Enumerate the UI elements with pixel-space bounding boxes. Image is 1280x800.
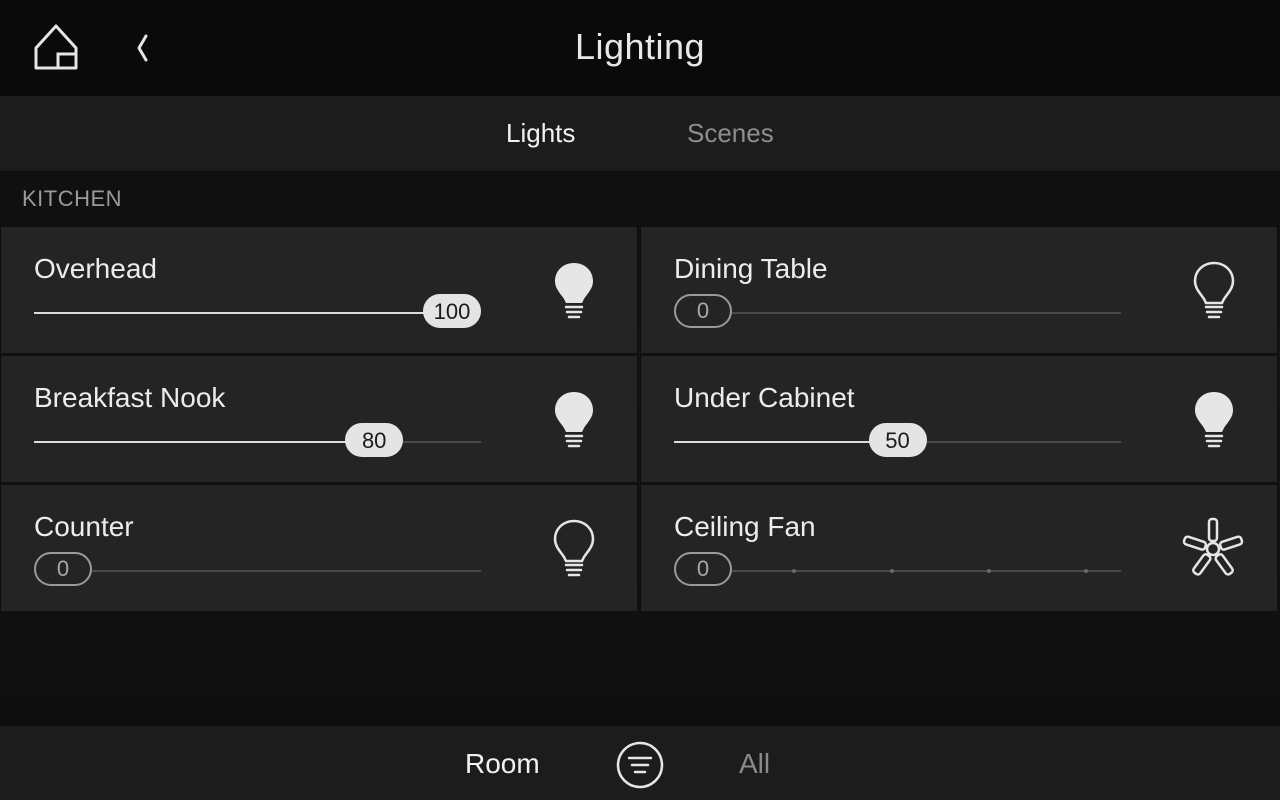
all-tab[interactable]: All bbox=[739, 748, 770, 780]
slider-fill bbox=[34, 441, 375, 443]
room-tab[interactable]: Room bbox=[465, 748, 540, 780]
dimmer-slider[interactable]: 0 bbox=[34, 552, 481, 586]
bulb-on-icon[interactable] bbox=[1189, 388, 1239, 450]
slider-thumb[interactable]: 0 bbox=[34, 552, 92, 586]
bulb-on-icon[interactable] bbox=[549, 388, 599, 450]
tab-scenes[interactable]: Scenes bbox=[687, 118, 774, 149]
speed-step-tick bbox=[1084, 569, 1088, 573]
slider-thumb[interactable]: 50 bbox=[868, 423, 927, 457]
light-name: Counter bbox=[34, 511, 134, 542]
filter-icon bbox=[616, 741, 664, 789]
light-name: Under Cabinet bbox=[674, 382, 855, 413]
dimmer-slider[interactable]: 100 bbox=[34, 294, 481, 328]
fan-name: Ceiling Fan bbox=[674, 511, 816, 542]
bulb-off-icon[interactable] bbox=[549, 517, 599, 579]
light-tile-overhead[interactable]: Overhead 100 bbox=[0, 226, 638, 354]
fan-tile-ceiling-fan[interactable]: Ceiling Fan 0 bbox=[640, 484, 1278, 612]
page-title: Lighting bbox=[574, 26, 706, 67]
light-tile-dining-table[interactable]: Dining Table 0 bbox=[640, 226, 1278, 354]
lighting-app: Lighting Lights Scenes KITCHEN Overhead … bbox=[0, 0, 1280, 800]
light-tile-breakfast-nook[interactable]: Breakfast Nook 80 bbox=[0, 355, 638, 483]
bottom-bar: Room All bbox=[0, 726, 1280, 800]
dimmer-slider[interactable]: 80 bbox=[34, 423, 481, 457]
fan-speed-slider[interactable]: 0 bbox=[674, 552, 1121, 586]
speed-step-tick bbox=[889, 569, 894, 573]
slider-fill bbox=[674, 441, 898, 443]
slider-thumb[interactable]: 0 bbox=[674, 552, 732, 586]
fan-icon[interactable] bbox=[1179, 515, 1247, 583]
light-name: Dining Table bbox=[674, 253, 828, 284]
light-name: Overhead bbox=[34, 253, 157, 284]
tab-bar: Lights Scenes bbox=[0, 96, 1280, 171]
dimmer-slider[interactable]: 0 bbox=[674, 294, 1121, 328]
slider-fill bbox=[34, 312, 452, 314]
header-bar: Lighting bbox=[0, 0, 1280, 96]
slider-thumb[interactable]: 100 bbox=[423, 294, 481, 328]
light-tile-under-cabinet[interactable]: Under Cabinet 50 bbox=[640, 355, 1278, 483]
light-grid: Overhead 100 Dining Table 0 Breakfast No… bbox=[0, 226, 1280, 613]
light-name: Breakfast Nook bbox=[34, 382, 226, 413]
slider-thumb[interactable]: 80 bbox=[345, 423, 404, 457]
light-tile-counter[interactable]: Counter 0 bbox=[0, 484, 638, 612]
speed-step-tick bbox=[986, 569, 991, 573]
slider-thumb[interactable]: 0 bbox=[674, 294, 732, 328]
filter-button[interactable] bbox=[615, 740, 665, 790]
speed-step-tick bbox=[792, 569, 797, 573]
tab-lights[interactable]: Lights bbox=[506, 118, 575, 149]
bulb-off-icon[interactable] bbox=[1189, 259, 1239, 321]
dimmer-slider[interactable]: 50 bbox=[674, 423, 1121, 457]
section-label: KITCHEN bbox=[22, 186, 123, 211]
bulb-on-icon[interactable] bbox=[549, 259, 599, 321]
